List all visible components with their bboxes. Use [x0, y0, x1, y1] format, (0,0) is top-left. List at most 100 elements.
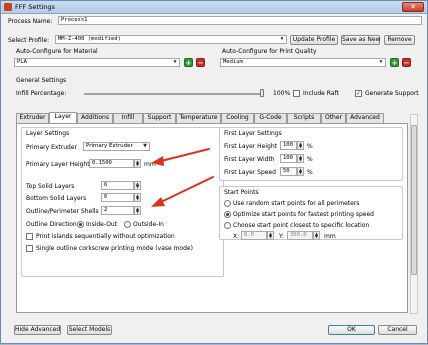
- shells-spinner[interactable]: ▲ ▼: [134, 206, 141, 215]
- add-quality-button[interactable]: +: [390, 58, 399, 67]
- y-coordinate-input[interactable]: 300.0: [287, 231, 313, 240]
- start-points-group: Start Points Use random start points for…: [219, 186, 403, 240]
- first-layer-speed-label: First Layer Speed: [224, 169, 276, 176]
- first-layer-settings-title: First Layer Settings: [224, 130, 282, 137]
- chevron-down-icon: ▼: [143, 143, 147, 149]
- bottom-solid-layers-label: Bottom Solid Layers: [26, 195, 87, 202]
- top-layers-spinner[interactable]: ▲ ▼: [134, 181, 141, 190]
- tab-cooling[interactable]: Cooling: [221, 113, 254, 123]
- minus-icon: −: [197, 59, 204, 67]
- fff-settings-window: FFF Settings ✕ Process Name: Process1 Se…: [0, 0, 428, 344]
- layer-tab-panel: Layer Settings Primary Extruder Primary …: [16, 123, 408, 313]
- minus-icon: −: [403, 59, 410, 67]
- tab-infill[interactable]: Infill: [113, 113, 143, 123]
- closest-start-radio[interactable]: [224, 222, 231, 229]
- add-material-button[interactable]: +: [184, 58, 193, 67]
- top-solid-layers-input[interactable]: 6: [101, 181, 134, 190]
- first-layer-speed-input[interactable]: 50: [280, 167, 297, 176]
- inside-out-radio[interactable]: [77, 221, 84, 228]
- bottom-layers-spinner[interactable]: ▲ ▼: [134, 193, 141, 202]
- general-settings-label: General Settings: [16, 77, 67, 84]
- outside-in-radio[interactable]: [124, 221, 131, 228]
- x-coordinate-spinner[interactable]: ▲ ▼: [267, 231, 274, 240]
- tab-support[interactable]: Support: [143, 113, 176, 123]
- plus-icon: +: [185, 59, 192, 67]
- y-coordinate-spinner[interactable]: ▲ ▼: [313, 231, 320, 240]
- first-layer-height-unit: %: [307, 143, 313, 150]
- first-layer-width-input[interactable]: 100: [280, 154, 297, 163]
- remove-quality-button[interactable]: −: [402, 58, 411, 67]
- material-dropdown-value: PLA: [17, 59, 27, 65]
- scrollbar-thumb[interactable]: [411, 125, 417, 275]
- first-layer-height-spinner[interactable]: ▲ ▼: [297, 141, 304, 150]
- remove-material-button[interactable]: −: [196, 58, 205, 67]
- material-label: Auto-Configure for Material: [16, 48, 98, 55]
- hide-advanced-button[interactable]: Hide Advanced: [14, 325, 61, 335]
- ok-button[interactable]: OK: [328, 325, 375, 335]
- layer-settings-group: Layer Settings Primary Extruder Primary …: [21, 127, 224, 277]
- first-layer-settings-group: First Layer Settings First Layer Height …: [219, 127, 403, 181]
- x-coordinate-label: X:: [233, 233, 240, 240]
- x-coordinate-input[interactable]: 0.0: [241, 231, 267, 240]
- closest-start-label: Choose start point closest to specific l…: [233, 222, 370, 229]
- infill-slider-track[interactable]: [84, 93, 264, 95]
- primary-extruder-label: Primary Extruder: [26, 144, 78, 151]
- process-name-label: Process Name:: [8, 18, 53, 25]
- tab-advanced[interactable]: Advanced: [346, 113, 384, 123]
- close-button[interactable]: ✕: [402, 2, 424, 12]
- select-profile-label: Select Profile:: [8, 37, 50, 44]
- first-layer-width-label: First Layer Width: [224, 156, 275, 163]
- quality-dropdown-value: Medium: [223, 59, 243, 65]
- perimeter-shells-label: Outline/Perimeter Shells: [26, 208, 99, 215]
- bottom-solid-layers-input[interactable]: 6: [101, 193, 134, 202]
- first-layer-height-input[interactable]: 100: [280, 141, 297, 150]
- tab-scripts[interactable]: Scripts: [287, 113, 321, 123]
- primary-layer-height-input[interactable]: 0.1500: [89, 159, 134, 168]
- process-name-input[interactable]: Process1: [58, 16, 422, 25]
- tab-other[interactable]: Other: [321, 113, 346, 123]
- tab-additions[interactable]: Additions: [77, 113, 113, 123]
- chevron-down-icon: ▼: [280, 36, 284, 42]
- update-profile-button[interactable]: Update Profile: [290, 35, 338, 45]
- layer-height-spinner[interactable]: ▲ ▼: [134, 159, 141, 168]
- random-start-radio[interactable]: [224, 200, 231, 207]
- window-title: FFF Settings: [15, 3, 55, 11]
- first-layer-width-spinner[interactable]: ▲ ▼: [297, 154, 304, 163]
- tab-g-code[interactable]: G-Code: [254, 113, 287, 123]
- remove-button[interactable]: Remove: [384, 35, 415, 45]
- primary-extruder-dropdown[interactable]: Primary Extruder ▼: [83, 142, 150, 151]
- material-dropdown[interactable]: PLA ▼: [14, 58, 180, 67]
- tab-layer[interactable]: Layer: [49, 112, 77, 123]
- perimeter-shells-input[interactable]: 2: [101, 206, 134, 215]
- select-models-button[interactable]: Select Models: [67, 325, 112, 335]
- tab-extruder[interactable]: Extruder: [16, 113, 49, 123]
- save-as-new-button[interactable]: Save as New: [341, 35, 380, 45]
- include-raft-label: Include Raft: [303, 90, 339, 97]
- print-islands-checkbox[interactable]: [26, 233, 33, 240]
- include-raft-checkbox[interactable]: [293, 90, 300, 97]
- profile-dropdown-value: MM-Z-400 (modified): [58, 36, 121, 42]
- panel-scrollbar[interactable]: [410, 114, 418, 314]
- first-layer-speed-spinner[interactable]: ▲ ▼: [297, 167, 304, 176]
- generate-support-checkbox[interactable]: ✓: [355, 90, 362, 97]
- random-start-label: Use random start points for all perimete…: [233, 200, 360, 207]
- start-points-title: Start Points: [224, 189, 259, 196]
- primary-layer-height-label: Primary Layer Height: [26, 161, 90, 168]
- chevron-down-icon: ▼: [379, 59, 383, 65]
- infill-slider-thumb[interactable]: [260, 89, 264, 97]
- generate-support-label: Generate Support: [365, 90, 419, 97]
- cancel-button[interactable]: Cancel: [378, 325, 417, 335]
- optimize-start-radio[interactable]: [224, 211, 231, 218]
- coordinate-unit: mm: [324, 233, 336, 240]
- first-layer-width-unit: %: [307, 156, 313, 163]
- profile-dropdown[interactable]: MM-Z-400 (modified) ▼: [55, 35, 287, 44]
- vase-mode-checkbox[interactable]: [26, 245, 33, 252]
- primary-extruder-value: Primary Extruder: [86, 143, 133, 149]
- quality-dropdown[interactable]: Medium ▼: [220, 58, 386, 67]
- resize-grip-icon[interactable]: ⋰: [419, 334, 425, 341]
- quality-label: Auto-Configure for Print Quality: [222, 48, 317, 55]
- infill-percentage-value: 100%: [273, 90, 291, 97]
- print-islands-label: Print islands sequentially without optim…: [36, 233, 175, 240]
- tab-temperature[interactable]: Temperature: [176, 113, 221, 123]
- plus-icon: +: [391, 59, 398, 67]
